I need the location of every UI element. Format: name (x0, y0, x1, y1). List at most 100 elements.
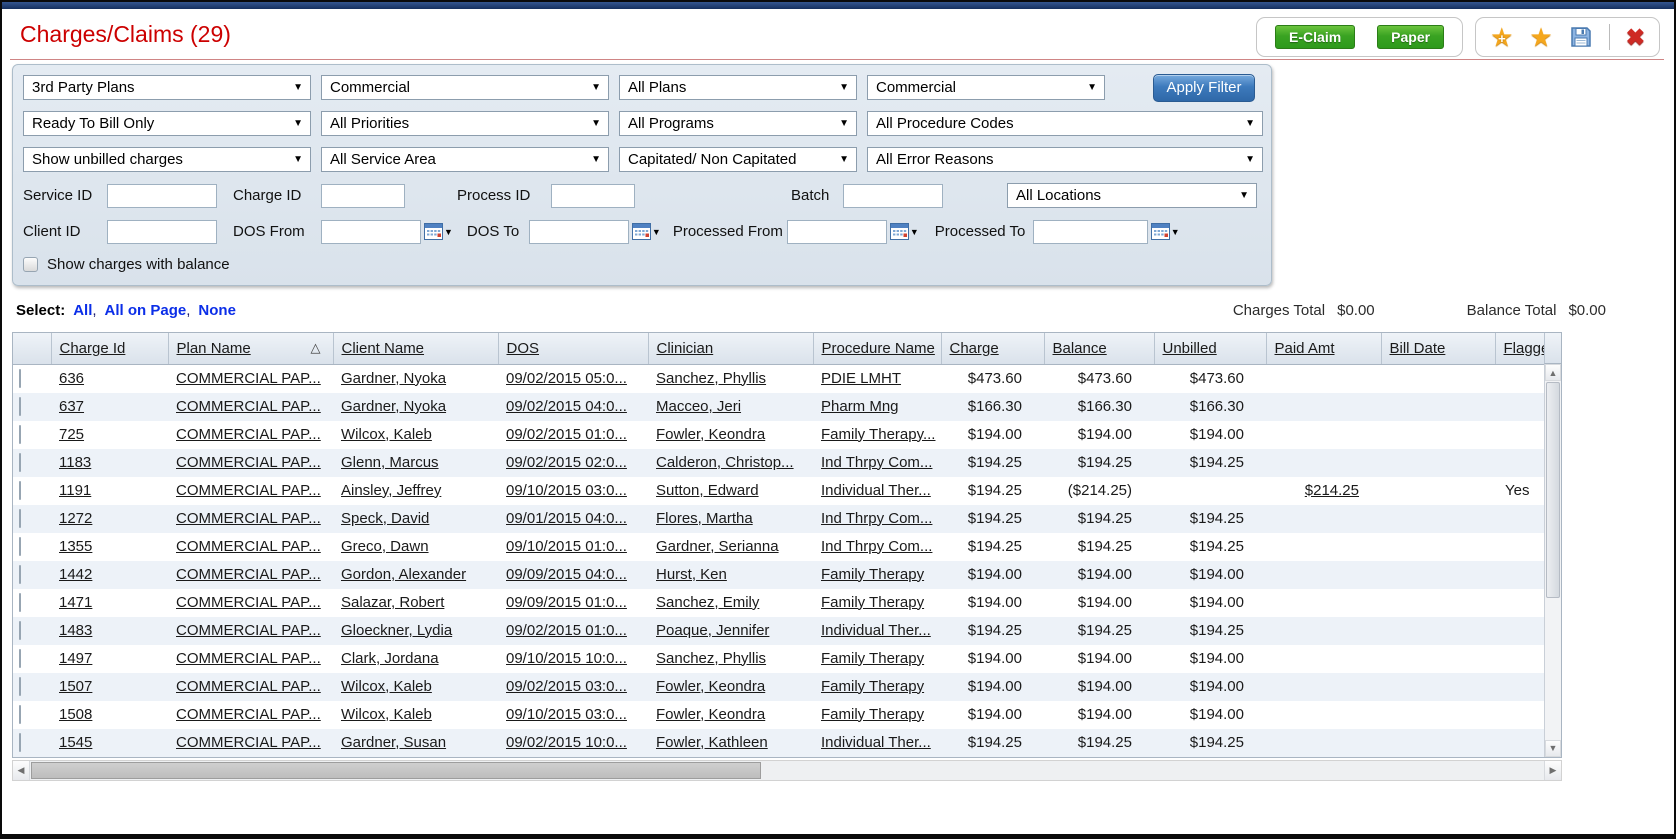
cell-paid-amt[interactable] (1266, 364, 1381, 393)
cell-dos[interactable]: 09/09/2015 01:0... (498, 589, 648, 617)
cell-charge-id[interactable]: 1272 (51, 505, 168, 533)
show-charges-with-balance-checkbox[interactable] (23, 257, 38, 272)
row-checkbox[interactable] (19, 453, 21, 472)
cell-paid-amt[interactable] (1266, 673, 1381, 701)
cell-charge-id[interactable]: 1183 (51, 449, 168, 477)
cell-clinician[interactable]: Fowler, Keondra (648, 701, 813, 729)
row-checkbox[interactable] (19, 593, 21, 612)
header-charge[interactable]: Charge (941, 333, 1044, 364)
cell-plan-name[interactable]: COMMERCIAL PAP... (168, 393, 333, 421)
cell-procedure-name[interactable]: Individual Ther... (813, 617, 941, 645)
dos-from-input[interactable] (321, 220, 421, 244)
dos-to-calendar-icon[interactable]: ▼ (632, 223, 661, 240)
cell-paid-amt[interactable] (1266, 645, 1381, 673)
cell-plan-name[interactable]: COMMERCIAL PAP... (168, 645, 333, 673)
cell-procedure-name[interactable]: Individual Ther... (813, 729, 941, 757)
favorite-star-icon[interactable]: ★ (1529, 24, 1552, 50)
header-client-name[interactable]: Client Name (333, 333, 498, 364)
cell-clinician[interactable]: Fowler, Kathleen (648, 729, 813, 757)
cell-plan-name[interactable]: COMMERCIAL PAP... (168, 561, 333, 589)
row-checkbox[interactable] (19, 397, 21, 416)
cell-paid-amt[interactable]: $214.25 (1266, 477, 1381, 505)
cell-procedure-name[interactable]: Ind Thrpy Com... (813, 505, 941, 533)
add-favorite-icon[interactable]: ★+ (1490, 24, 1513, 50)
cell-dos[interactable]: 09/09/2015 04:0... (498, 561, 648, 589)
cell-clinician[interactable]: Sanchez, Phyllis (648, 645, 813, 673)
priorities-dropdown[interactable]: All Priorities▼ (321, 111, 609, 136)
header-charge-id[interactable]: Charge Id (51, 333, 168, 364)
horizontal-scrollbar[interactable]: ◀ ▶ (12, 760, 1562, 781)
cell-plan-name[interactable]: COMMERCIAL PAP... (168, 701, 333, 729)
cell-procedure-name[interactable]: Family Therapy (813, 673, 941, 701)
cell-clinician[interactable]: Gardner, Serianna (648, 533, 813, 561)
cell-procedure-name[interactable]: Family Therapy (813, 645, 941, 673)
row-checkbox[interactable] (19, 537, 21, 556)
scroll-right-icon[interactable]: ▶ (1544, 761, 1561, 780)
processed-from-calendar-icon[interactable]: ▼ (890, 223, 919, 240)
cell-procedure-name[interactable]: Family Therapy (813, 589, 941, 617)
cell-paid-amt[interactable] (1266, 505, 1381, 533)
cell-client-name[interactable]: Wilcox, Kaleb (333, 673, 498, 701)
cell-procedure-name[interactable]: PDIE LMHT (813, 364, 941, 393)
processed-from-input[interactable] (787, 220, 887, 244)
client-id-input[interactable] (107, 220, 217, 244)
cell-dos[interactable]: 09/10/2015 03:0... (498, 701, 648, 729)
dos-to-input[interactable] (529, 220, 629, 244)
plan-category-dropdown[interactable]: Commercial▼ (321, 75, 609, 100)
cell-plan-name[interactable]: COMMERCIAL PAP... (168, 421, 333, 449)
cell-charge-id[interactable]: 1471 (51, 589, 168, 617)
cell-client-name[interactable]: Gloeckner, Lydia (333, 617, 498, 645)
header-balance[interactable]: Balance (1044, 333, 1154, 364)
cell-client-name[interactable]: Glenn, Marcus (333, 449, 498, 477)
cell-charge-id[interactable]: 1483 (51, 617, 168, 645)
cell-dos[interactable]: 09/01/2015 04:0... (498, 505, 648, 533)
close-icon[interactable]: ✖ (1626, 25, 1645, 49)
cell-plan-name[interactable]: COMMERCIAL PAP... (168, 477, 333, 505)
cell-client-name[interactable]: Gardner, Nyoka (333, 364, 498, 393)
cell-dos[interactable]: 09/02/2015 03:0... (498, 673, 648, 701)
cell-dos[interactable]: 09/02/2015 02:0... (498, 449, 648, 477)
row-checkbox[interactable] (19, 621, 21, 640)
programs-dropdown[interactable]: All Programs▼ (619, 111, 857, 136)
cell-dos[interactable]: 09/02/2015 01:0... (498, 421, 648, 449)
cell-plan-name[interactable]: COMMERCIAL PAP... (168, 449, 333, 477)
row-checkbox[interactable] (19, 369, 21, 388)
cell-plan-name[interactable]: COMMERCIAL PAP... (168, 617, 333, 645)
locations-dropdown[interactable]: All Locations▼ (1007, 183, 1257, 208)
cell-dos[interactable]: 09/10/2015 10:0... (498, 645, 648, 673)
cell-paid-amt[interactable] (1266, 449, 1381, 477)
cell-clinician[interactable]: Fowler, Keondra (648, 673, 813, 701)
charge-visibility-dropdown[interactable]: Show unbilled charges▼ (23, 147, 311, 172)
row-checkbox[interactable] (19, 677, 21, 696)
row-checkbox[interactable] (19, 705, 21, 724)
cell-clinician[interactable]: Sanchez, Emily (648, 589, 813, 617)
cell-paid-amt[interactable] (1266, 561, 1381, 589)
cell-clinician[interactable]: Sanchez, Phyllis (648, 364, 813, 393)
header-dos[interactable]: DOS (498, 333, 648, 364)
charge-id-input[interactable] (321, 184, 405, 208)
cell-dos[interactable]: 09/10/2015 01:0... (498, 533, 648, 561)
cell-plan-name[interactable]: COMMERCIAL PAP... (168, 505, 333, 533)
row-checkbox[interactable] (19, 425, 21, 444)
cell-client-name[interactable]: Speck, David (333, 505, 498, 533)
capitated-dropdown[interactable]: Capitated/ Non Capitated▼ (619, 147, 857, 172)
header-clinician[interactable]: Clinician (648, 333, 813, 364)
cell-clinician[interactable]: Flores, Martha (648, 505, 813, 533)
cell-clinician[interactable]: Macceo, Jeri (648, 393, 813, 421)
bill-status-dropdown[interactable]: Ready To Bill Only▼ (23, 111, 311, 136)
scroll-down-icon[interactable]: ▼ (1545, 740, 1561, 757)
apply-filter-button[interactable]: Apply Filter (1153, 74, 1255, 102)
plans-dropdown[interactable]: All Plans▼ (619, 75, 857, 100)
header-procedure-name[interactable]: Procedure Name (813, 333, 941, 364)
cell-clinician[interactable]: Sutton, Edward (648, 477, 813, 505)
cell-client-name[interactable]: Clark, Jordana (333, 645, 498, 673)
vertical-scrollbar-thumb[interactable] (1546, 382, 1560, 598)
cell-clinician[interactable]: Fowler, Keondra (648, 421, 813, 449)
cell-dos[interactable]: 09/02/2015 04:0... (498, 393, 648, 421)
cell-clinician[interactable]: Poaque, Jennifer (648, 617, 813, 645)
cell-clinician[interactable]: Calderon, Christop... (648, 449, 813, 477)
cell-paid-amt[interactable] (1266, 533, 1381, 561)
service-area-dropdown[interactable]: All Service Area▼ (321, 147, 609, 172)
cell-charge-id[interactable]: 1545 (51, 729, 168, 757)
save-icon[interactable] (1569, 25, 1593, 49)
